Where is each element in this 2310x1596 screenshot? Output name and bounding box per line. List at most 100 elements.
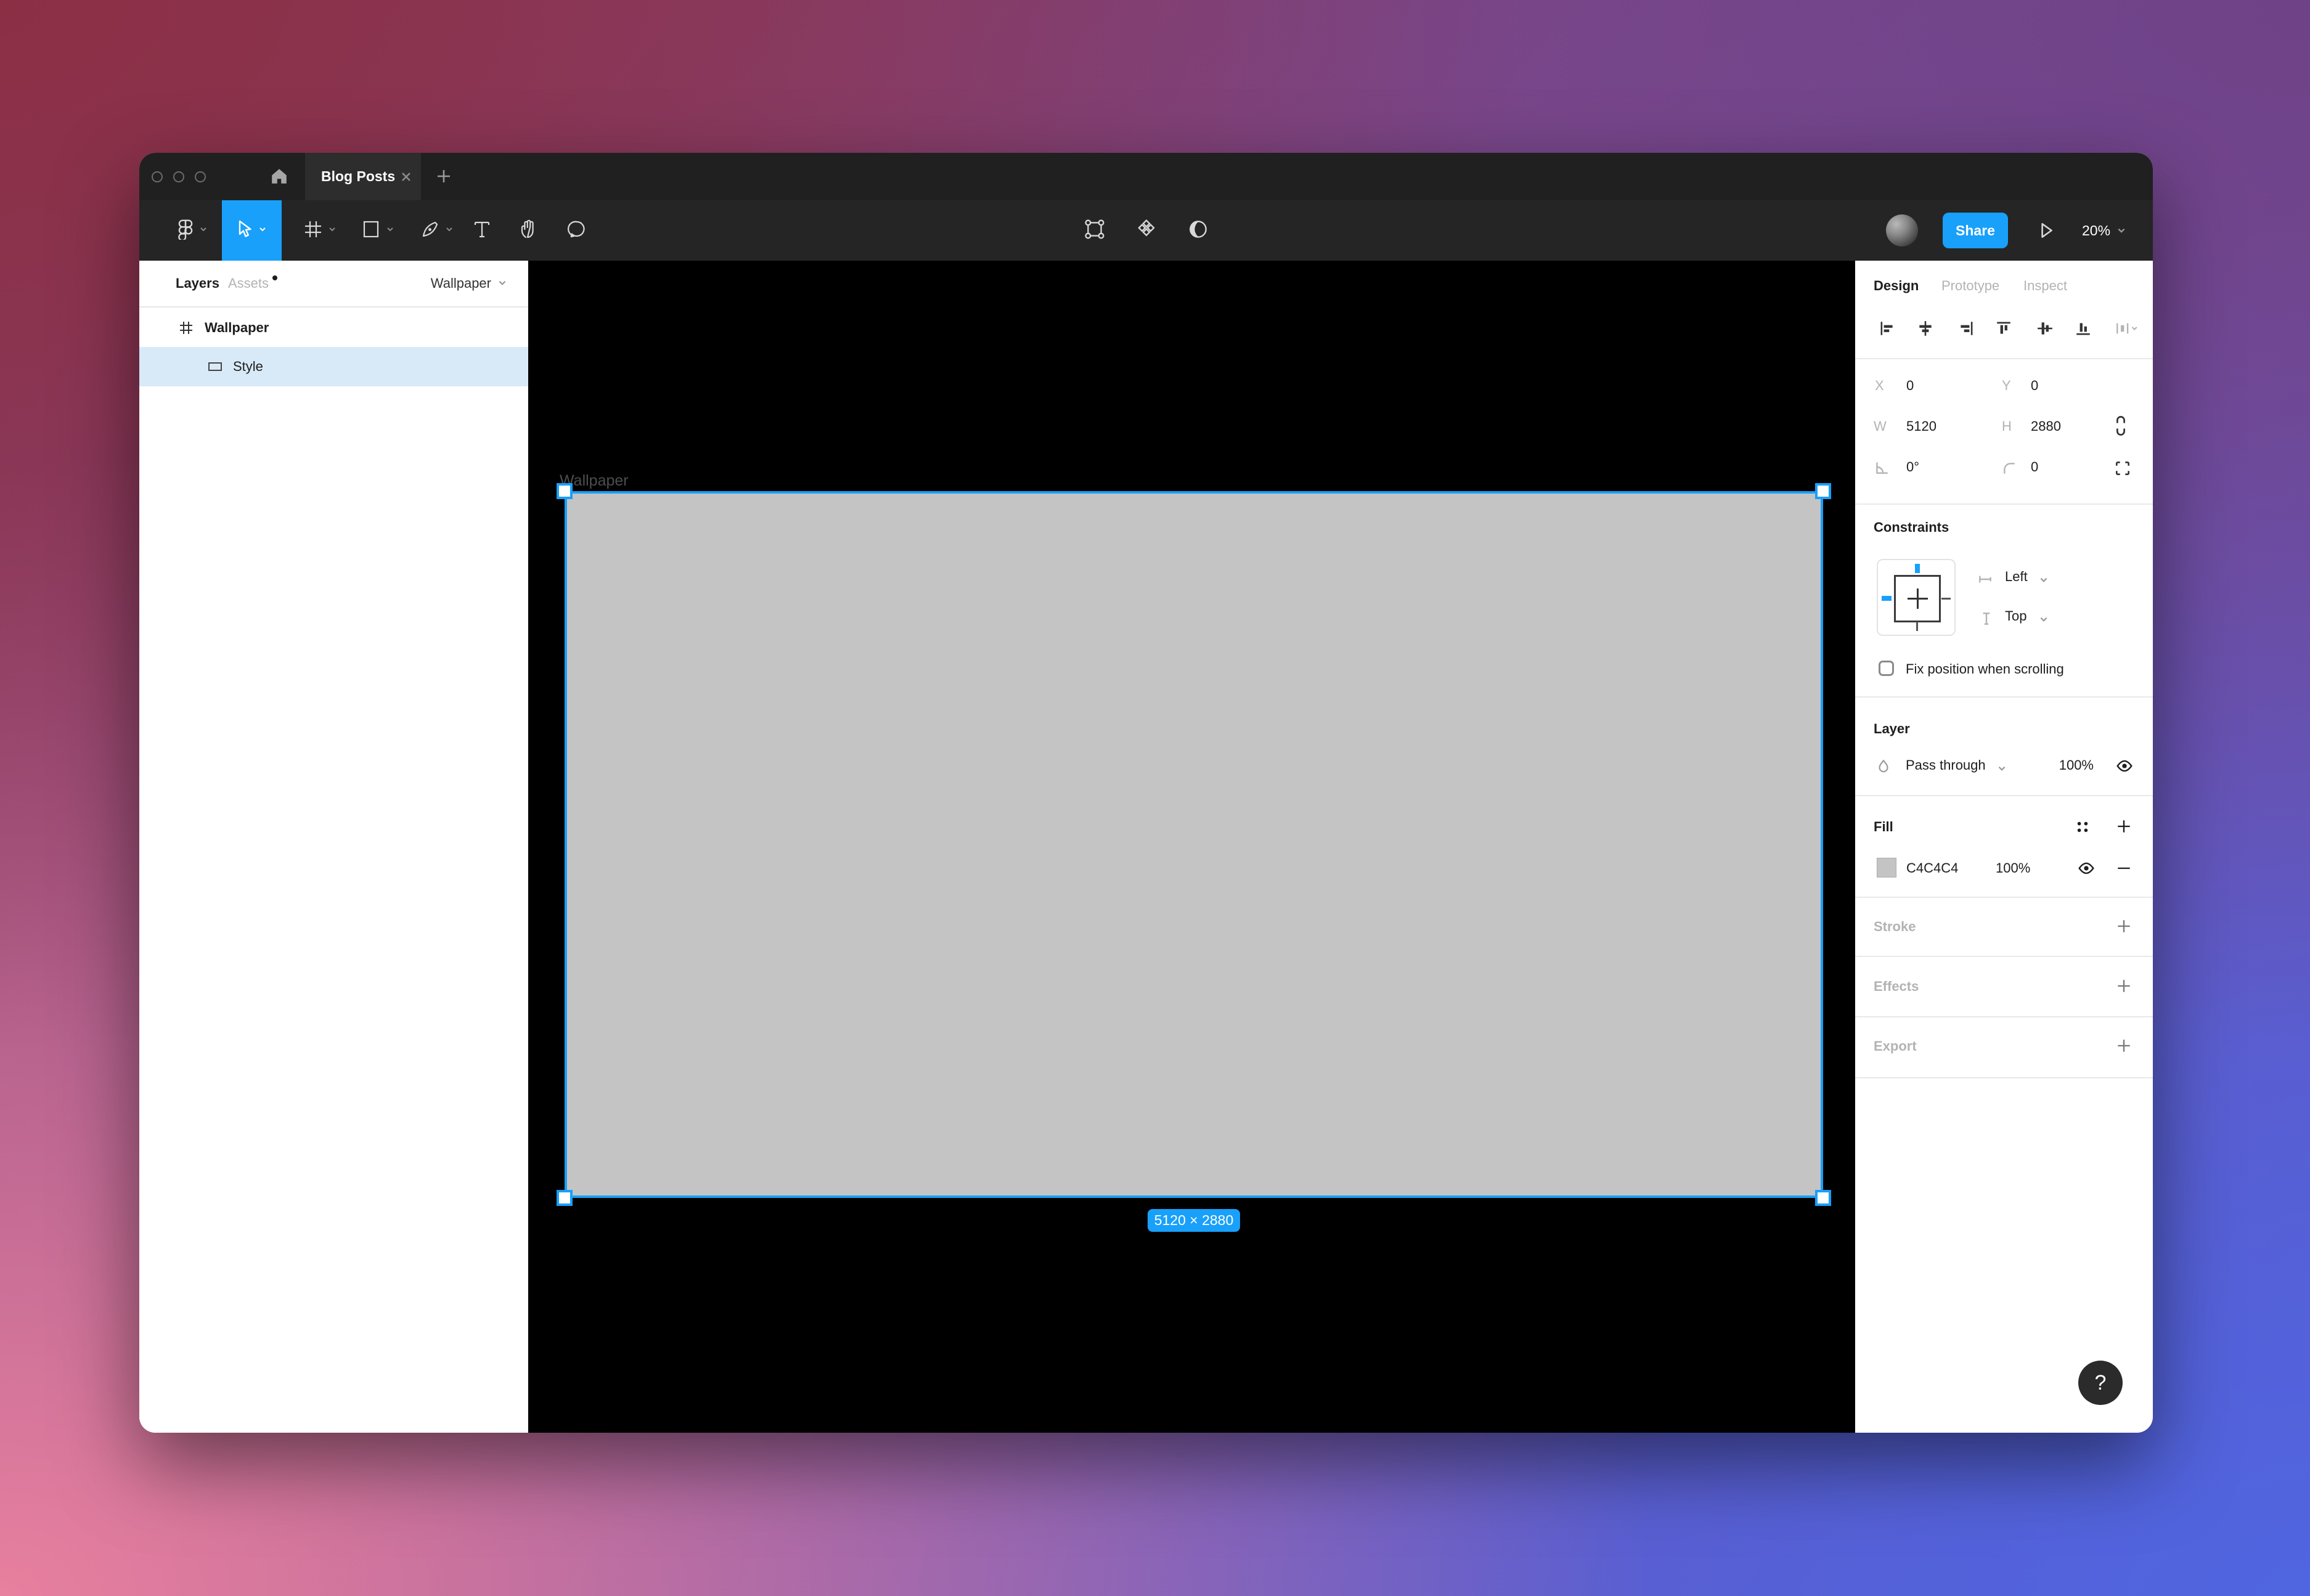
height-input[interactable]: 2880 xyxy=(2031,418,2061,434)
chevron-down-icon[interactable] xyxy=(328,225,337,237)
chevron-down-icon xyxy=(199,225,208,237)
blend-mode-value[interactable]: Pass through xyxy=(1906,757,1986,773)
y-label: Y xyxy=(2002,378,2011,394)
align-vertical-center-icon[interactable] xyxy=(2036,320,2054,341)
chevron-down-icon[interactable] xyxy=(258,225,267,237)
layer-visibility-eye-icon[interactable] xyxy=(2116,758,2133,778)
add-stroke-icon[interactable] xyxy=(2115,918,2132,938)
divider xyxy=(1855,956,2153,957)
rotation-input[interactable]: 0° xyxy=(1906,459,1919,475)
zoom-menu[interactable]: 20% xyxy=(2082,200,2126,261)
use-as-mask-icon[interactable] xyxy=(1187,218,1209,243)
selection-handle-bottom-left[interactable] xyxy=(557,1190,573,1206)
distribute-menu-icon[interactable] xyxy=(2114,320,2139,341)
maximize-window-button[interactable] xyxy=(195,171,206,182)
main-menu-button[interactable] xyxy=(166,200,218,261)
figma-logo-icon xyxy=(178,219,194,243)
tab-close-icon[interactable] xyxy=(400,171,412,186)
vertical-constraint-row[interactable]: Top xyxy=(1855,608,2153,629)
add-fill-icon[interactable] xyxy=(2115,818,2132,839)
edit-object-icon[interactable] xyxy=(1084,218,1106,243)
divider xyxy=(1855,503,2153,505)
rotation-radius-row: 0° 0 xyxy=(1855,459,2153,479)
user-avatar[interactable] xyxy=(1886,214,1918,246)
tab-layers[interactable]: Layers xyxy=(176,261,219,306)
fill-section-title: Fill xyxy=(1874,819,1893,835)
selection-handle-top-left[interactable] xyxy=(557,483,573,499)
constrain-proportions-icon[interactable] xyxy=(2112,415,2130,441)
fill-styles-icon[interactable] xyxy=(2075,819,2091,839)
main-area: Layers Assets Wallpaper Wallpaper xyxy=(139,261,2153,1433)
layer-opacity-input[interactable]: 100% xyxy=(2055,757,2094,773)
chevron-down-icon xyxy=(2116,222,2126,239)
align-bottom-icon[interactable] xyxy=(2075,320,2092,341)
canvas[interactable]: Wallpaper 5120 × 2880 xyxy=(528,261,1855,1433)
fill-hex-input[interactable]: C4C4C4 xyxy=(1906,860,1958,876)
help-button[interactable]: ? xyxy=(2078,1361,2123,1405)
comment-bubble-icon xyxy=(568,220,586,242)
tab-design[interactable]: Design xyxy=(1874,278,1919,294)
divider xyxy=(1855,1077,2153,1078)
layer-row-wallpaper[interactable]: Wallpaper xyxy=(139,308,528,347)
remove-fill-icon[interactable] xyxy=(2115,860,2132,881)
selection-handle-bottom-right[interactable] xyxy=(1815,1190,1831,1206)
align-right-icon[interactable] xyxy=(1957,320,1975,341)
selection-size-badge: 5120 × 2880 xyxy=(1148,1209,1240,1232)
constraint-right-tick[interactable] xyxy=(1941,598,1951,600)
tab-inspect[interactable]: Inspect xyxy=(2023,278,2067,294)
home-icon[interactable] xyxy=(270,167,288,189)
share-button[interactable]: Share xyxy=(1943,213,2008,248)
text-tool-icon xyxy=(473,220,491,242)
constraints-title: Constraints xyxy=(1874,519,1949,535)
align-left-icon[interactable] xyxy=(1879,320,1896,341)
move-tool-button[interactable] xyxy=(222,200,282,261)
hand-tool-button[interactable] xyxy=(512,200,546,261)
divider xyxy=(1855,897,2153,898)
divider xyxy=(1855,1016,2153,1017)
chevron-down-icon[interactable] xyxy=(386,225,394,237)
selection-handle-top-right[interactable] xyxy=(1815,483,1831,499)
page-selector[interactable]: Wallpaper xyxy=(431,261,507,306)
x-input[interactable]: 0 xyxy=(1906,378,1914,394)
present-button[interactable] xyxy=(2036,221,2056,243)
text-tool-button[interactable] xyxy=(467,200,497,261)
vertical-constraint-value[interactable]: Top xyxy=(2005,608,2026,624)
fix-position-checkbox[interactable] xyxy=(1879,661,1894,676)
layer-row-style[interactable]: Style xyxy=(139,347,528,386)
tab-blog-posts[interactable]: Blog Posts xyxy=(305,153,421,200)
corner-radius-input[interactable]: 0 xyxy=(2031,459,2038,475)
new-tab-button[interactable] xyxy=(435,167,453,189)
page-selector-label: Wallpaper xyxy=(431,275,491,291)
independent-corners-icon[interactable] xyxy=(2114,460,2131,481)
divider xyxy=(1855,795,2153,796)
horizontal-constraint-icon xyxy=(1977,571,1993,591)
shape-tool-button[interactable] xyxy=(350,200,406,261)
frame-tool-button[interactable] xyxy=(292,200,348,261)
fill-opacity-input[interactable]: 100% xyxy=(1996,860,2030,876)
chevron-down-icon[interactable] xyxy=(445,225,454,237)
minimize-window-button[interactable] xyxy=(173,171,184,182)
fill-visibility-eye-icon[interactable] xyxy=(2078,860,2095,880)
align-top-icon[interactable] xyxy=(1995,320,2012,341)
h-label: H xyxy=(2002,418,2012,434)
horizontal-constraint-value[interactable]: Left xyxy=(2005,569,2028,585)
y-input[interactable]: 0 xyxy=(2031,378,2038,394)
create-component-icon[interactable] xyxy=(1135,218,1157,243)
align-horizontal-center-icon[interactable] xyxy=(1917,320,1934,341)
pen-tool-button[interactable] xyxy=(409,200,465,261)
divider xyxy=(1855,696,2153,698)
horizontal-constraint-row[interactable]: Left xyxy=(1855,569,2153,590)
close-window-button[interactable] xyxy=(152,171,163,182)
add-export-icon[interactable] xyxy=(2115,1037,2132,1058)
width-input[interactable]: 5120 xyxy=(1906,418,1937,434)
tab-prototype[interactable]: Prototype xyxy=(1941,278,1999,294)
blend-mode-row: Pass through 100% xyxy=(1855,757,2153,778)
selected-frame[interactable] xyxy=(565,491,1823,1198)
tab-assets[interactable]: Assets xyxy=(228,261,269,306)
vertical-constraint-icon xyxy=(1978,611,1994,630)
add-effect-icon[interactable] xyxy=(2115,977,2132,998)
constraint-left-active-tick[interactable] xyxy=(1882,596,1892,601)
comment-tool-button[interactable] xyxy=(560,200,594,261)
fill-color-swatch[interactable] xyxy=(1877,858,1896,877)
layers-panel-header: Layers Assets Wallpaper xyxy=(139,261,528,307)
